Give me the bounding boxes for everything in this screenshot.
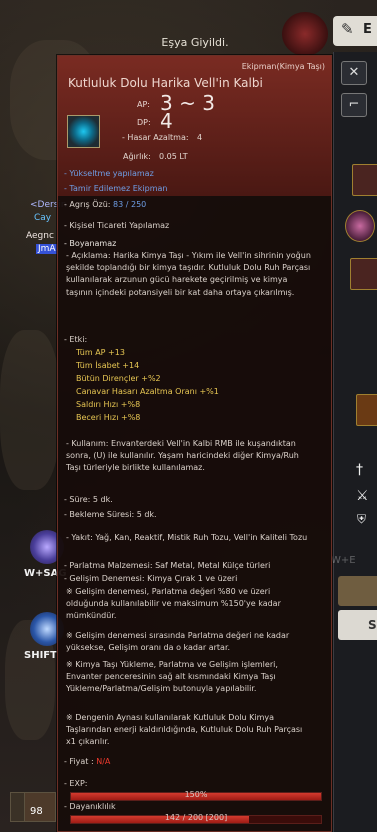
usage-text: - Kullanım: Envanterdeki Vell'in Kalbi R… — [66, 439, 299, 473]
upgrade-note: - Yükseltme yapılamaz — [64, 169, 154, 178]
price-label: - Fiyat : — [64, 757, 94, 766]
pickaxe-icon[interactable]: ⌐ — [341, 93, 367, 117]
sword-icon[interactable]: † — [356, 462, 363, 478]
effect-item: Beceri Hızı +%8 — [76, 413, 141, 422]
price-value: N/A — [96, 757, 111, 766]
dp-value: 4 — [160, 109, 173, 133]
repair-note: - Tamir Edilemez Ekipman — [64, 184, 168, 193]
trade-note: - Kişisel Ticareti Yapılamaz — [64, 221, 170, 230]
effect-item: Tüm AP +13 — [76, 348, 125, 357]
fuel-text: - Yakıt: Yağ, Kan, Reaktif, Mistik Ruh T… — [66, 533, 308, 542]
price-row: - Fiyat : N/A — [58, 756, 331, 768]
wand-icon: ✎ — [341, 20, 354, 38]
skill-hint-text: W+E — [331, 555, 356, 566]
polish-material-text: - Parlatma Malzemesi: Saf Metal, Metal K… — [64, 561, 271, 570]
cooldown-text: - Bekleme Süresi: 5 dk. — [64, 510, 157, 519]
damage-reduction-value: 4 — [197, 133, 203, 142]
ap-label: AP: — [137, 100, 150, 109]
right-s-button[interactable]: S — [338, 610, 377, 640]
damage-reduction-label: - Hasar Azaltma: — [122, 133, 189, 142]
item-tooltip: Ekipman(Kimya Taşı) Kutluluk Dolu Harika… — [57, 55, 332, 832]
duration-text: - Süre: 5 dk. — [64, 495, 113, 504]
soul-stat: - Agrış Özü: 83 / 250 — [58, 199, 331, 211]
guild-name: Cay — [34, 213, 52, 223]
right-top-tab-label: E — [363, 22, 372, 37]
growth-attempt-text: - Gelişim Denemesi: Kimya Çırak 1 ve üze… — [64, 574, 238, 583]
soul-value: 83 / 250 — [113, 200, 147, 209]
quickslot-count: 98 — [30, 806, 43, 817]
effect-item: Canavar Hasarı Azaltma Oranı +%1 — [76, 387, 219, 396]
terrain-rock — [0, 330, 60, 490]
equipment-slot[interactable] — [352, 164, 377, 196]
equipment-slot[interactable] — [345, 210, 375, 242]
effect-item: Bütün Dirençler +%2 — [76, 374, 161, 383]
weight-value: 0.05 LT — [159, 152, 188, 161]
dp-label: DP: — [137, 118, 151, 127]
weight-label: Ağırlık: — [123, 152, 151, 161]
exp-label: - EXP: — [64, 779, 88, 788]
warning-text: ※ Dengenin Aynası kullanılarak Kutluluk … — [66, 713, 303, 747]
exp-value: 150% — [184, 790, 208, 799]
effect-item: Saldırı Hızı +%8 — [76, 400, 141, 409]
exp-bar: 150% — [70, 790, 322, 801]
dagger-icon[interactable]: ⚔ — [356, 488, 369, 504]
shield-icon[interactable]: ⛨ — [357, 512, 366, 527]
right-s-button-label: S — [368, 618, 377, 632]
durability-label: - Dayanıklılık — [64, 802, 116, 811]
equip-notification: Eşya Giyildi. — [161, 36, 229, 49]
player-title: JmA — [36, 244, 58, 254]
note-text: ※ Gelişim denemesi sırasında Parlatma de… — [66, 631, 290, 653]
soul-label: - Agrış Özü: — [64, 200, 111, 209]
note-text: ※ Kimya Taşı Yükleme, Parlatma ve Gelişi… — [66, 660, 278, 694]
note-text: ※ Gelişim denemesi, Parlatma değeri %80 … — [66, 587, 281, 621]
item-description: - Açıklama: Harika Kimya Taşı - Yıkım il… — [66, 251, 311, 297]
dye-note: - Boyanamaz — [64, 239, 117, 248]
character-portrait — [282, 12, 328, 56]
player-name: Aegnc — [26, 231, 54, 241]
item-category: Ekipman(Kimya Taşı) — [241, 62, 325, 71]
right-action-button[interactable] — [338, 576, 377, 606]
durability-bar: 142 / 200 [200] — [70, 813, 322, 824]
effect-item: Tüm İsabet +14 — [76, 361, 140, 370]
skill-key-label: SHIFT — [24, 650, 57, 661]
equipment-slot[interactable] — [356, 394, 377, 426]
heart-gem-icon — [67, 115, 100, 148]
right-top-tab[interactable]: ✎ E — [333, 16, 377, 46]
equipment-slot[interactable] — [350, 258, 377, 290]
crossed-swords-icon[interactable]: ✕ — [341, 61, 367, 85]
effect-title: - Etki: — [64, 335, 88, 344]
durability-value: 142 / 200 [200] — [164, 813, 228, 822]
item-name: Kutluluk Dolu Harika Vell'in Kalbi — [68, 76, 263, 90]
